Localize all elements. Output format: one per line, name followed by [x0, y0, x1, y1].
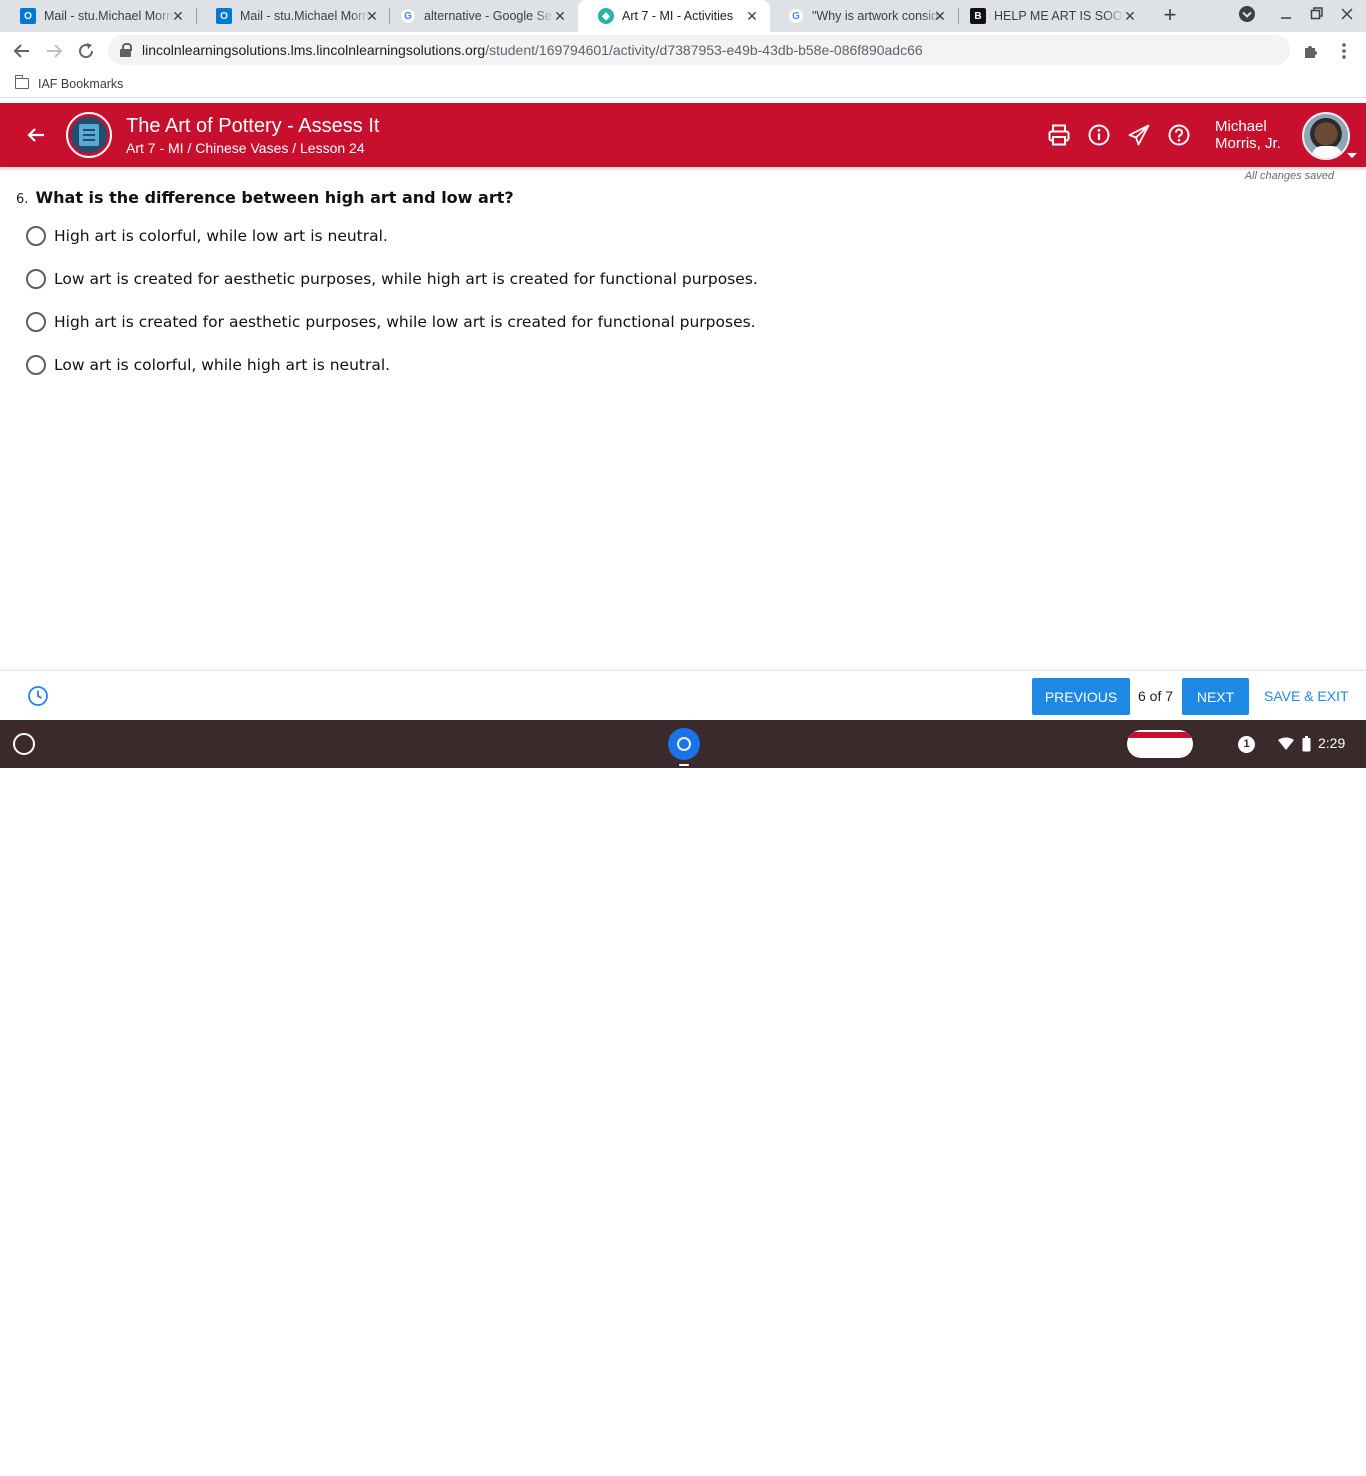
browser-toolbar: lincolnlearningsolutions.lms.lincolnlear… — [0, 32, 1366, 70]
browser-menu-icon[interactable] — [1332, 39, 1356, 63]
google-icon: G — [400, 8, 416, 24]
bookmarks-bar: IAF Bookmarks — [0, 70, 1366, 98]
wifi-icon[interactable] — [1278, 737, 1294, 756]
outlook-icon: O — [20, 8, 36, 24]
answer-option[interactable]: High art is created for aesthetic purpos… — [26, 311, 756, 333]
close-tab-icon[interactable]: ✕ — [744, 8, 760, 24]
close-window-icon[interactable] — [1337, 6, 1357, 25]
close-tab-icon[interactable]: ✕ — [170, 8, 186, 24]
battery-icon[interactable] — [1302, 736, 1311, 757]
folder-icon — [14, 75, 29, 89]
extensions-icon[interactable] — [1299, 39, 1323, 63]
browser-tab[interactable]: G alternative - Google Search ✕ — [380, 0, 578, 32]
browser-tab[interactable]: O Mail - stu.Michael Morris ✕ — [0, 0, 196, 32]
close-tab-icon[interactable]: ✕ — [364, 8, 380, 24]
answer-option[interactable]: Low art is created for aesthetic purpose… — [26, 268, 758, 290]
back-icon[interactable] — [10, 39, 34, 63]
print-icon[interactable] — [1047, 123, 1071, 147]
bookmark-folder[interactable]: IAF Bookmarks — [38, 77, 123, 91]
app-header: The Art of Pottery - Assess It Art 7 - M… — [0, 103, 1366, 167]
user-last-name: Morris, Jr. — [1215, 135, 1281, 152]
lock-icon — [120, 43, 132, 57]
breadcrumb: Art 7 - MI / Chinese Vases / Lesson 24 — [126, 140, 365, 156]
lincoln-icon: ◆ — [598, 8, 614, 24]
address-bar[interactable]: lincolnlearningsolutions.lms.lincolnlear… — [108, 35, 1290, 65]
clock-icon[interactable] — [27, 685, 49, 707]
tab-title: "Why is artwork considered — [812, 9, 942, 23]
answer-option[interactable]: Low art is colorful, while high art is n… — [26, 354, 390, 376]
info-icon[interactable] — [1087, 123, 1111, 147]
question-number: 6. — [16, 192, 29, 207]
answer-option-label: High art is created for aesthetic purpos… — [54, 313, 756, 331]
launcher-icon[interactable] — [13, 733, 35, 755]
tab-search-icon[interactable] — [1237, 5, 1257, 26]
os-shelf — [0, 720, 1366, 1471]
tab-title: Art 7 - MI - Activities — [622, 9, 734, 23]
browser-tab-strip: O Mail - stu.Michael Morris ✕ O Mail - s… — [0, 0, 1366, 32]
answer-option-label: Low art is created for aesthetic purpose… — [54, 270, 758, 288]
brainly-icon: B — [970, 8, 986, 24]
window-thumbnails[interactable] — [1127, 730, 1193, 758]
radio-button[interactable] — [26, 312, 46, 332]
url-host: lincolnlearningsolutions.lms.lincolnlear… — [142, 42, 486, 58]
answer-option-label: High art is colorful, while low art is n… — [54, 227, 388, 245]
browser-tab[interactable]: B HELP ME ART IS SOOOO ✕ — [950, 0, 1148, 32]
question: 6. What is the difference between high a… — [16, 188, 514, 207]
tab-title: HELP ME ART IS SOOOO — [994, 9, 1124, 23]
avatar[interactable] — [1302, 112, 1350, 160]
google-icon: G — [788, 8, 804, 24]
close-tab-icon[interactable]: ✕ — [552, 8, 568, 24]
radio-button[interactable] — [26, 226, 46, 246]
running-indicator — [679, 764, 689, 766]
user-first-name: Michael — [1215, 118, 1267, 135]
restore-icon[interactable] — [1307, 6, 1327, 25]
answer-option-label: Low art is colorful, while high art is n… — [54, 356, 391, 374]
previous-button[interactable]: PREVIOUS — [1032, 678, 1130, 715]
back-arrow-icon[interactable] — [24, 123, 48, 147]
help-icon[interactable] — [1167, 123, 1191, 147]
tab-title: Mail - stu.Michael Morris — [240, 9, 370, 23]
new-tab-button[interactable]: + — [1158, 4, 1182, 28]
radio-button[interactable] — [26, 355, 46, 375]
question-text: What is the difference between high art … — [35, 188, 514, 207]
tab-title: Mail - stu.Michael Morris — [44, 9, 174, 23]
send-icon[interactable] — [1127, 123, 1151, 147]
activity-footer: PREVIOUS 6 of 7 NEXT SAVE & EXIT — [0, 670, 1366, 720]
tab-title: alternative - Google Search — [424, 9, 554, 23]
save-status: All changes saved — [1244, 170, 1334, 182]
chrome-app-icon[interactable] — [668, 728, 700, 760]
minimize-icon[interactable] — [1276, 6, 1296, 25]
url-path: /student/169794601/activity/d7387953-e49… — [485, 42, 923, 58]
notification-count-badge[interactable]: 1 — [1238, 736, 1255, 753]
answer-option[interactable]: High art is colorful, while low art is n… — [26, 225, 388, 247]
browser-tab-active[interactable]: ◆ Art 7 - MI - Activities ✕ — [578, 0, 770, 32]
radio-button[interactable] — [26, 269, 46, 289]
reload-icon[interactable] — [74, 39, 98, 63]
chevron-down-icon[interactable] — [1347, 153, 1357, 158]
page-title: The Art of Pottery - Assess It — [126, 115, 380, 137]
system-clock[interactable]: 2:29 — [1318, 735, 1345, 751]
screenshot-icon[interactable] — [1215, 1456, 1231, 1472]
close-tab-icon[interactable]: ✕ — [1122, 8, 1138, 24]
browser-tab[interactable]: G "Why is artwork considered ✕ — [768, 0, 958, 32]
outlook-icon: O — [216, 8, 232, 24]
next-button[interactable]: NEXT — [1182, 678, 1249, 715]
page-indicator: 6 of 7 — [1138, 688, 1174, 704]
forward-icon[interactable] — [42, 39, 66, 63]
close-tab-icon[interactable]: ✕ — [932, 8, 948, 24]
user-name[interactable]: Michael Morris, Jr. — [1215, 118, 1281, 152]
browser-tab[interactable]: O Mail - stu.Michael Morris ✕ — [196, 0, 390, 32]
save-and-exit-button[interactable]: SAVE & EXIT — [1264, 688, 1349, 704]
course-badge-icon — [66, 112, 112, 158]
